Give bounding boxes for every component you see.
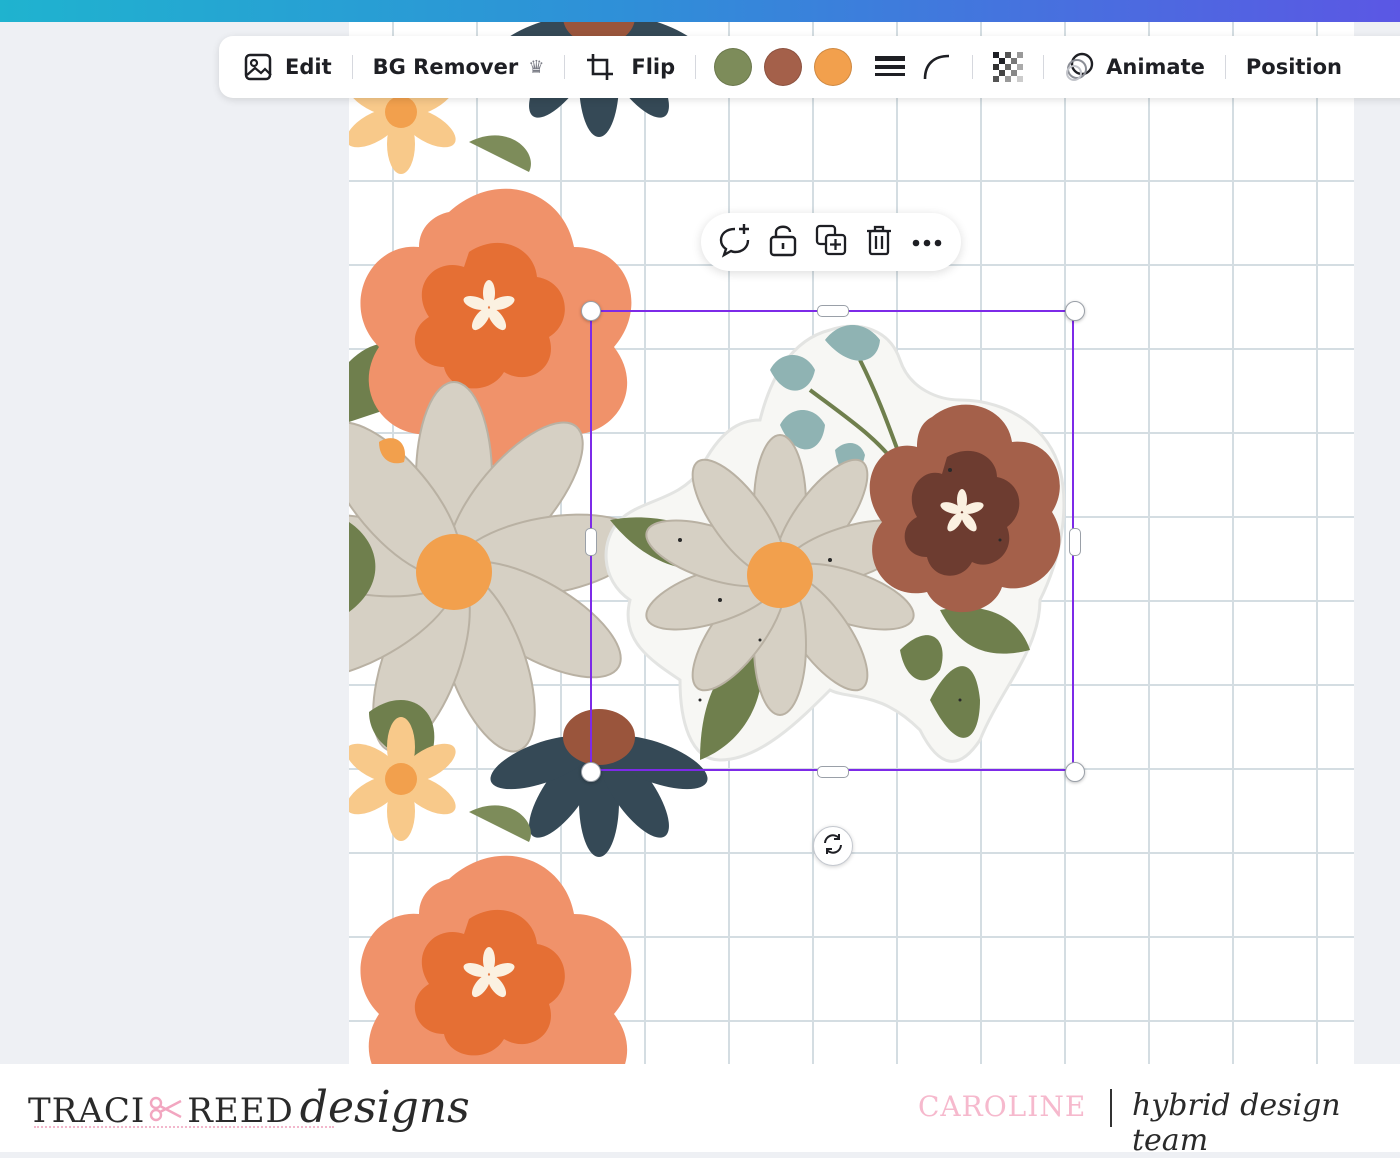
toolbar-divider	[972, 55, 974, 79]
brand-footer: TRACI REED designs CAROLINE hybrid desig…	[0, 1064, 1400, 1158]
trash-icon	[864, 224, 894, 260]
designer-name: CAROLINE	[918, 1090, 1087, 1123]
resize-handle-bottom-right[interactable]	[1065, 762, 1085, 782]
duplicate-button[interactable]	[811, 222, 851, 262]
crown-icon: ♛	[528, 56, 545, 78]
crop-icon	[585, 52, 615, 82]
position-button[interactable]: Position	[1238, 47, 1350, 87]
team-label: hybrid design team	[1132, 1088, 1341, 1158]
context-toolbar: Edit BG Remover ♛ Flip Animate Position	[219, 36, 1400, 98]
resize-handle-left[interactable]	[585, 528, 597, 556]
resize-handle-bottom-left[interactable]	[581, 762, 601, 782]
transparency-button[interactable]	[985, 47, 1031, 87]
color-swatch-orange[interactable]	[814, 48, 853, 86]
corner-rounding-icon	[922, 52, 952, 82]
brand-underline	[34, 1126, 334, 1128]
color-swatch-rust[interactable]	[764, 48, 803, 86]
bg-remover-label: BG Remover	[372, 55, 519, 79]
brand-name-traci: TRACI	[28, 1091, 146, 1131]
resize-handle-right[interactable]	[1069, 528, 1081, 556]
edit-label: Edit	[285, 55, 332, 79]
edit-image-icon	[243, 51, 275, 83]
border-style-icon	[874, 53, 906, 81]
comment-add-icon	[717, 222, 753, 262]
toolbar-divider	[1043, 55, 1045, 79]
rotate-icon	[821, 832, 845, 860]
animate-label: Animate	[1106, 55, 1205, 79]
rotate-button[interactable]	[813, 826, 853, 866]
brand-logo: TRACI REED designs	[28, 1082, 470, 1138]
right-gutter	[1354, 22, 1400, 1064]
add-comment-button[interactable]	[715, 222, 755, 262]
resize-handle-top-left[interactable]	[581, 301, 601, 321]
flip-button[interactable]: Flip	[623, 47, 683, 87]
flip-label: Flip	[631, 55, 676, 79]
left-panel	[0, 22, 349, 1064]
color-swatch-green[interactable]	[714, 48, 753, 86]
scissors-icon	[149, 1096, 183, 1126]
more-options-button[interactable]	[907, 222, 947, 262]
toolbar-divider	[695, 55, 697, 79]
crop-button[interactable]	[577, 47, 623, 87]
resize-handle-top-right[interactable]	[1065, 301, 1085, 321]
edit-image-button[interactable]: Edit	[235, 47, 340, 87]
unlock-button[interactable]	[763, 222, 803, 262]
position-label: Position	[1245, 55, 1343, 79]
duplicate-icon	[815, 224, 847, 260]
selection-box[interactable]	[590, 310, 1074, 771]
floating-action-bar	[701, 213, 961, 271]
transparency-icon	[993, 52, 1024, 82]
resize-handle-bottom[interactable]	[817, 766, 849, 778]
bg-remover-button[interactable]: BG Remover ♛	[365, 47, 553, 87]
top-gradient-bar	[0, 0, 1400, 22]
border-style-button[interactable]	[866, 47, 914, 87]
unlock-icon	[768, 223, 798, 261]
toolbar-divider	[1224, 55, 1226, 79]
animate-button[interactable]: Animate	[1056, 47, 1213, 87]
more-icon	[911, 233, 943, 252]
brand-name-reed: REED	[187, 1091, 294, 1131]
corner-rounding-button[interactable]	[914, 47, 960, 87]
footer-divider	[1110, 1089, 1112, 1127]
delete-button[interactable]	[859, 222, 899, 262]
animate-icon	[1064, 51, 1096, 83]
resize-handle-top[interactable]	[817, 305, 849, 317]
toolbar-divider	[564, 55, 566, 79]
toolbar-divider	[351, 55, 353, 79]
